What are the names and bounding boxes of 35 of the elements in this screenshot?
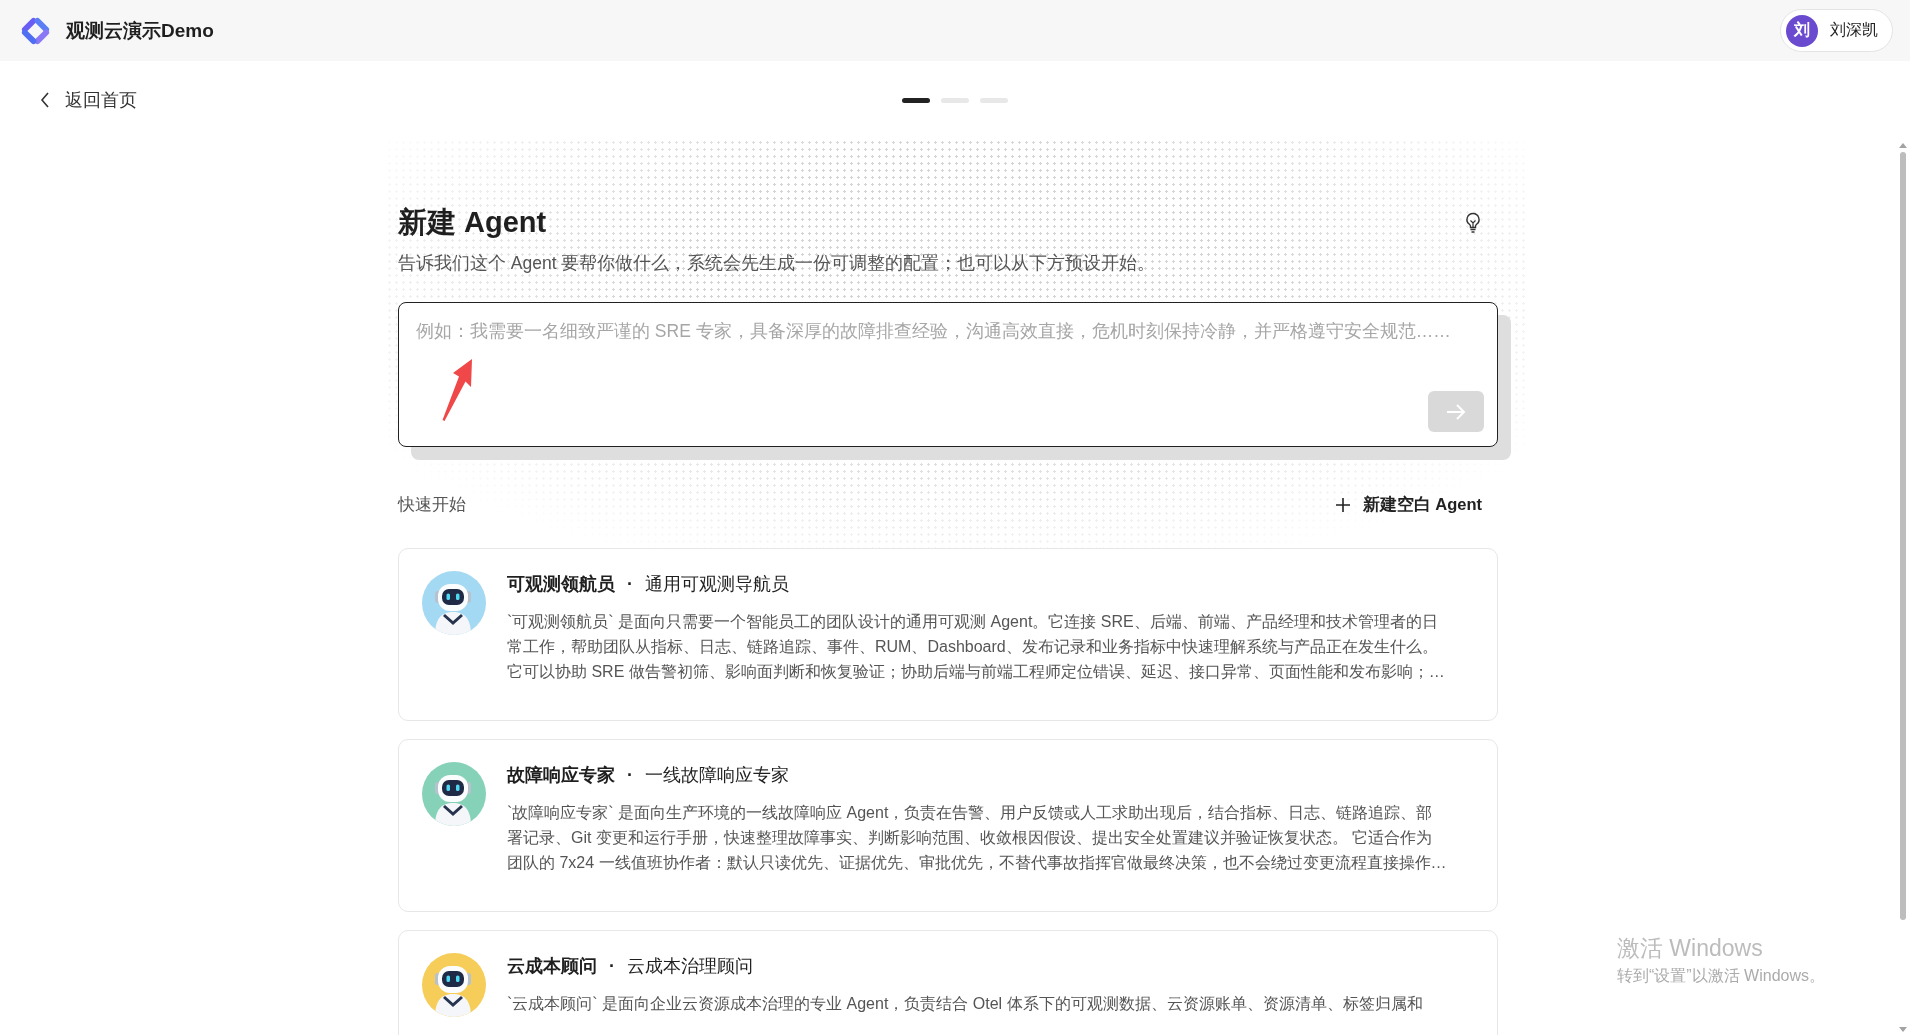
agent-name: 可观测领航员 bbox=[507, 572, 615, 596]
title-separator: · bbox=[609, 955, 615, 978]
annotation-arrow-icon bbox=[441, 358, 474, 422]
activation-title: 激活 Windows bbox=[1617, 934, 1764, 963]
agent-description: `云成本顾问` 是面向企业云资源成本治理的专业 Agent，负责结合 Otel 体系下的可观测数据、云资源账单、资源清单、标签归属和 bbox=[507, 994, 1423, 1014]
section-label: 快速开始 bbox=[398, 494, 466, 515]
agent-role: 一线故障响应专家 bbox=[645, 764, 789, 787]
plus-icon bbox=[1335, 498, 1350, 512]
back-link[interactable]: 返回首页 bbox=[40, 88, 137, 112]
page-title: 新建 Agent bbox=[398, 205, 547, 240]
agent-description: `可观测领航员` 是面向只需要一个智能员工的团队设计的通用可观测 Agent。它连接 SRE、后端、前端、产品经理和技术管理者的日 常工作，帮助团队从指标、日志、链路追踪、事件、RUM、Dashboard、发布记录和业务指标中快速理解系统与产品正在发生什么。 它可以协助 SRE 做告警初筛、影响面判断和恢复验证；协助后端与前端工程师定位错误、延迟、接口异常、页面性能和发布影响；… bbox=[507, 612, 1445, 682]
agent-description: `故障响应专家` 是面向生产环境的一线故障响应 Agent，负责在告警、用户反馈或人工求助出现后，结合指标、日志、链路追踪、部 署记录、Git 变更和运行手册，快速整理故障事实、判断影响范围、收敛根因假设、提出安全处置建议并验证恢复状态。 它适合作为 团队的 7x24 一线值班协作者：默认只读优先、证据优先、审批优先，不替代事故指挥官做最终决策，也不会绕过变更流程直接操作… bbox=[507, 803, 1447, 873]
agent-preset-card[interactable]: 云成本顾问 · 云成本治理顾问 `云成本顾问` 是面向企业云资源成本治理的专业 Agent，负责结合 Otel 体系下的可观测数据、云资源账单、资源清单、标签归属和 bbox=[398, 930, 1498, 1035]
agent-name: 故障响应专家 bbox=[507, 763, 615, 787]
agent-preset-card[interactable] bbox=[398, 739, 1498, 912]
chevron-left-icon bbox=[40, 92, 50, 108]
lightbulb-icon[interactable] bbox=[1465, 211, 1481, 233]
title-separator: · bbox=[627, 764, 633, 787]
user-menu-button[interactable]: 刘 刘深凯 bbox=[1780, 9, 1893, 52]
logo-icon bbox=[20, 15, 51, 46]
app-title: 观测云演示Demo bbox=[66, 18, 214, 43]
agent-preset-card[interactable] bbox=[398, 548, 1498, 721]
prompt-input[interactable]: 例如：我需要一名细致严谨的 SRE 专家，具备深厚的故障排查经验，沟通高效直接，危机时刻保持冷静，并严格遵守安全规范…… bbox=[398, 302, 1498, 447]
agent-role: 通用可观测导航员 bbox=[645, 573, 789, 596]
agent-name: 云成本顾问 bbox=[507, 954, 597, 978]
scrollbar-thumb[interactable] bbox=[1900, 152, 1906, 920]
activation-hint: 转到“设置”以激活 Windows。 bbox=[1617, 966, 1825, 986]
arrow-right-icon bbox=[1446, 403, 1466, 420]
scroll-up-icon[interactable] bbox=[1899, 143, 1907, 148]
user-avatar: 刘 bbox=[1786, 14, 1818, 47]
agent-role: 云成本治理顾问 bbox=[627, 955, 753, 978]
new-blank-agent-button[interactable]: 新建空白 Agent bbox=[1335, 494, 1482, 516]
scroll-down-icon[interactable] bbox=[1899, 1027, 1907, 1032]
title-separator: · bbox=[627, 573, 633, 596]
page-subtitle: 告诉我们这个 Agent 要帮你做什么，系统会先生成一份可调整的配置；也可以从下方预设开始。 bbox=[398, 252, 1157, 275]
